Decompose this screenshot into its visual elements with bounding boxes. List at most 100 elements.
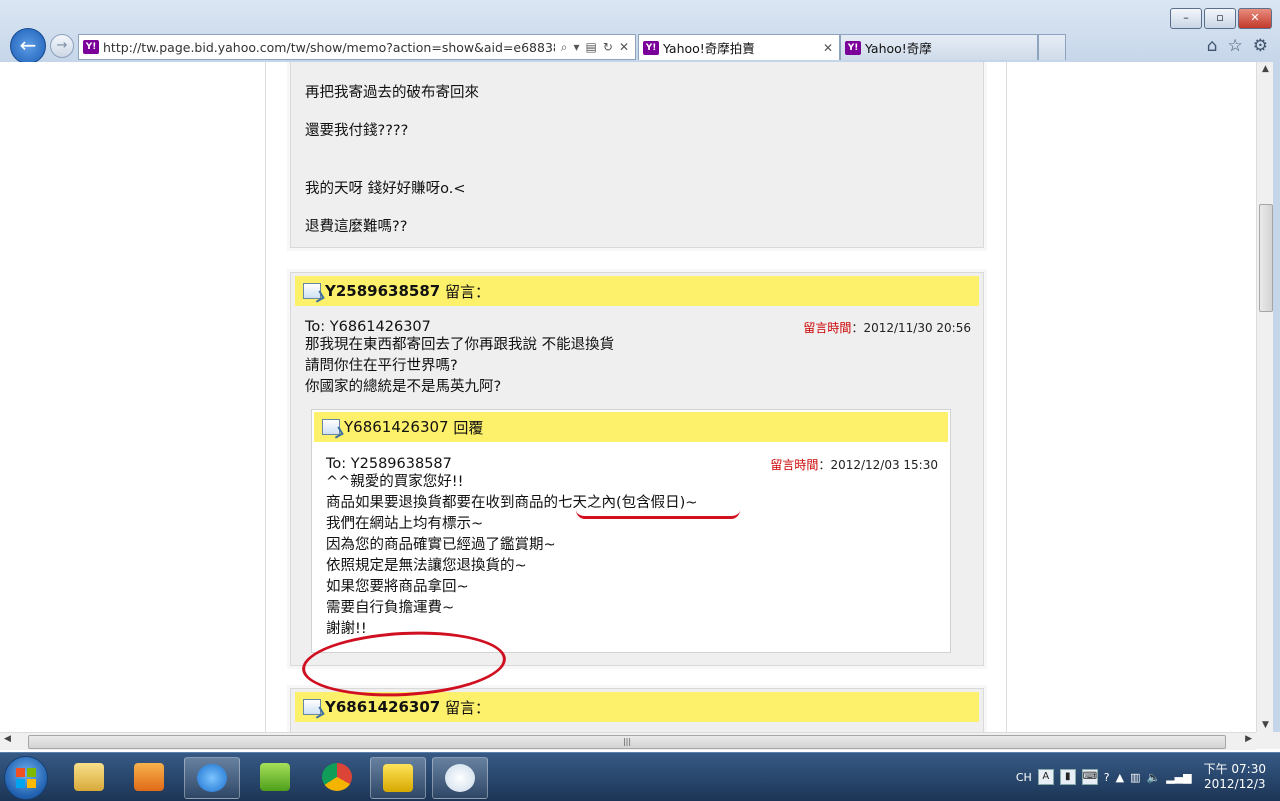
time-value: ：2012/11/30 20:56 — [851, 321, 971, 335]
scroll-right-arrow-icon[interactable]: ▶ — [1245, 734, 1252, 744]
yahoo-favicon-icon: Y! — [643, 40, 659, 55]
show-hidden-icons-icon[interactable]: ▲ — [1116, 771, 1124, 784]
body-line: 請問你住在平行世界嗎? — [305, 358, 458, 374]
back-button[interactable]: ← — [10, 28, 46, 64]
scroll-up-arrow-icon[interactable]: ▲ — [1257, 64, 1274, 74]
taskbar-app[interactable] — [370, 757, 426, 799]
forward-button[interactable]: → — [50, 34, 74, 58]
ime-help-icon[interactable]: ? — [1104, 771, 1110, 784]
ime-mode-icon[interactable]: A — [1037, 769, 1054, 785]
comment-suffix: 留言： — [445, 698, 491, 717]
body-line: ^^親愛的買家您好!! — [326, 474, 464, 490]
body-line: 依照規定是無法讓您退換貨的~ — [326, 558, 527, 574]
close-button[interactable]: ✕ — [1238, 8, 1272, 29]
chrome-icon — [322, 763, 352, 791]
commenter-id[interactable]: Y6861426307 — [325, 698, 440, 716]
message-line: 再把我寄過去的破布寄回來 — [305, 85, 479, 101]
horizontal-scroll-thumb[interactable]: ||| — [28, 735, 1226, 749]
tab-yahoo[interactable]: Y! Yahoo!奇摩 — [840, 34, 1038, 60]
memo-icon — [303, 283, 321, 299]
memo-icon — [322, 419, 340, 435]
taskbar-paint[interactable] — [432, 757, 488, 799]
tools-gear-icon[interactable]: ⚙ — [1253, 36, 1268, 56]
home-icon[interactable]: ⌂ — [1207, 36, 1218, 56]
comment-body: To: Y6861426307 那我現在東西都寄回去了你再跟我說 不能退換貨 請… — [305, 317, 614, 398]
close-tab-icon[interactable]: ✕ — [823, 41, 833, 55]
message-line: 退費這麼難嗎?? — [305, 219, 408, 235]
taskbar-media-player[interactable] — [122, 757, 176, 797]
system-tray: CH A ▮ ⌨ ? ▲ ▥ 🔈 ▂▄▆ 下午 07:30 2012/12/3 — [1016, 753, 1280, 801]
file-explorer-icon — [74, 763, 104, 791]
address-bar[interactable]: Y! http://tw.page.bid.yahoo.com/tw/show/… — [78, 34, 636, 60]
reply-suffix: 回覆 — [453, 418, 484, 437]
yahoo-favicon-icon: Y! — [83, 40, 99, 54]
page-viewport: 再把我寄過去的破布寄回來 還要我付錢???? 我的天呀 錢好好賺呀o.< 退費這… — [0, 62, 1256, 732]
time-label: 留言時間 — [803, 321, 852, 335]
pps-player-icon — [260, 763, 290, 791]
body-line: 你國家的總統是不是馬英九阿? — [305, 379, 502, 395]
vertical-scroll-thumb[interactable] — [1259, 204, 1273, 312]
taskbar-file-explorer[interactable] — [62, 757, 116, 797]
reply-header: Y6861426307 回覆 — [314, 412, 948, 442]
volume-icon[interactable]: 🔈 — [1147, 771, 1161, 784]
scroll-down-arrow-icon[interactable]: ▼ — [1257, 720, 1274, 730]
clock[interactable]: 下午 07:30 2012/12/3 — [1198, 762, 1280, 792]
replier-id[interactable]: Y6861426307 — [344, 418, 449, 436]
minimize-button[interactable]: – — [1170, 8, 1202, 29]
message-line: 還要我付錢???? — [305, 123, 409, 139]
reply-body: To: Y2589638587 ^^親愛的買家您好!! 商品如果要退換貨都要在收… — [326, 454, 697, 640]
network-icon[interactable]: ▥ — [1130, 771, 1140, 784]
new-tab-button[interactable] — [1038, 34, 1066, 60]
red-underline-annotation — [576, 510, 740, 519]
browser-chrome: – ▫ ✕ ← → Y! http://tw.page.bid.yahoo.co… — [0, 0, 1280, 64]
clock-date: 2012/12/3 — [1204, 777, 1266, 791]
stop-icon[interactable]: ✕ — [619, 40, 629, 55]
time-label: 留言時間 — [770, 458, 819, 472]
commenter-id[interactable]: Y2589638587 — [325, 282, 440, 300]
url-text[interactable]: http://tw.page.bid.yahoo.com/tw/show/mem… — [103, 40, 555, 55]
start-button[interactable] — [4, 756, 48, 800]
ime-indicator[interactable]: CH — [1016, 771, 1032, 784]
compatibility-icon[interactable]: ▤ — [586, 40, 597, 55]
app-icon — [383, 764, 413, 792]
search-icon[interactable]: ⌕ — [561, 40, 568, 55]
scroll-left-arrow-icon[interactable]: ◀ — [4, 734, 11, 744]
ime-keyboard-icon[interactable]: ⌨ — [1081, 769, 1098, 785]
message-box-previous: 再把我寄過去的破布寄回來 還要我付錢???? 我的天呀 錢好好賺呀o.< 退費這… — [290, 62, 984, 248]
vertical-scrollbar[interactable]: ▲ ▼ — [1256, 62, 1274, 732]
window-frame-right — [1273, 62, 1280, 732]
comment-header: Y6861426307 留言： — [295, 692, 979, 722]
yahoo-favicon-icon: Y! — [845, 40, 861, 55]
browser-toolbar-right: ⌂ ☆ ⚙ — [1207, 36, 1268, 56]
favorites-star-icon[interactable]: ☆ — [1228, 36, 1243, 56]
memo-icon — [303, 699, 321, 715]
dropdown-icon[interactable]: ▾ — [574, 40, 580, 55]
comment-time: 留言時間：2012/11/30 20:56 — [803, 319, 971, 336]
horizontal-scrollbar[interactable]: ◀ ||| ▶ — [0, 732, 1256, 750]
maximize-button[interactable]: ▫ — [1204, 8, 1236, 29]
time-value: ：2012/12/03 15:30 — [818, 458, 938, 472]
internet-explorer-icon — [197, 764, 227, 792]
scrollbar-corner — [1256, 732, 1280, 749]
body-line: 那我現在東西都寄回去了你再跟我說 不能退換貨 — [305, 337, 615, 353]
body-line: 如果您要將商品拿回~ — [326, 579, 469, 595]
windows-taskbar: CH A ▮ ⌨ ? ▲ ▥ 🔈 ▂▄▆ 下午 07:30 2012/12/3 — [0, 752, 1280, 801]
tab-label: Yahoo!奇摩拍賣 — [663, 41, 755, 56]
forward-arrow-icon: → — [56, 38, 68, 53]
refresh-icon[interactable]: ↻ — [603, 40, 613, 55]
taskbar-pps-player[interactable] — [248, 757, 302, 797]
comment-box: Y2589638587 留言： 留言時間：2012/11/30 20:56 To… — [290, 272, 984, 666]
media-player-icon — [134, 763, 164, 791]
ime-width-icon[interactable]: ▮ — [1059, 769, 1076, 785]
reply-time: 留言時間：2012/12/03 15:30 — [770, 456, 938, 473]
tab-yahoo-auction[interactable]: Y! Yahoo!奇摩拍賣 ✕ — [638, 34, 840, 60]
comment-header: Y2589638587 留言： — [295, 276, 979, 306]
seller-reply-box: Y6861426307 回覆 留言時間：2012/12/03 15:30 To:… — [311, 409, 951, 653]
signal-icon[interactable]: ▂▄▆ — [1166, 771, 1191, 784]
body-line: 需要自行負擔運費~ — [326, 600, 455, 616]
paint-icon — [445, 764, 475, 792]
taskbar-internet-explorer[interactable] — [184, 757, 240, 799]
message-line: 我的天呀 錢好好賺呀o.< — [305, 181, 466, 197]
clock-time: 下午 07:30 — [1203, 762, 1266, 776]
taskbar-chrome[interactable] — [310, 757, 364, 797]
